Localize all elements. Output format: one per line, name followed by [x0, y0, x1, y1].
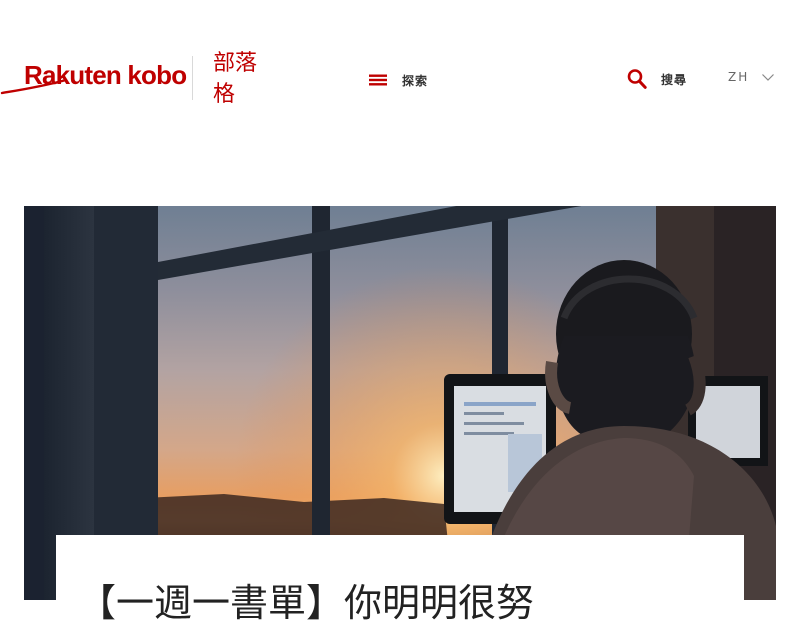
hamburger-menu-icon — [369, 74, 387, 86]
search-button[interactable]: 搜尋 — [627, 67, 687, 91]
logo-divider — [192, 56, 193, 100]
language-selector[interactable]: ZH — [728, 68, 775, 86]
explore-label: 探索 — [402, 73, 429, 88]
magnifier-icon — [627, 69, 647, 89]
blog-label[interactable]: 部落格 — [213, 48, 265, 110]
logo-swoosh-icon — [0, 78, 68, 95]
explore-menu-button[interactable]: 探索 — [368, 68, 428, 92]
chevron-down-icon — [762, 74, 775, 81]
article-title[interactable]: 【一週一書單】你明明很努 — [78, 578, 718, 638]
site-header: Rakuten kobo 部落格 探索 搜尋 ZH — [0, 0, 800, 160]
search-label: 搜尋 — [661, 72, 688, 87]
language-label: ZH — [728, 70, 750, 84]
